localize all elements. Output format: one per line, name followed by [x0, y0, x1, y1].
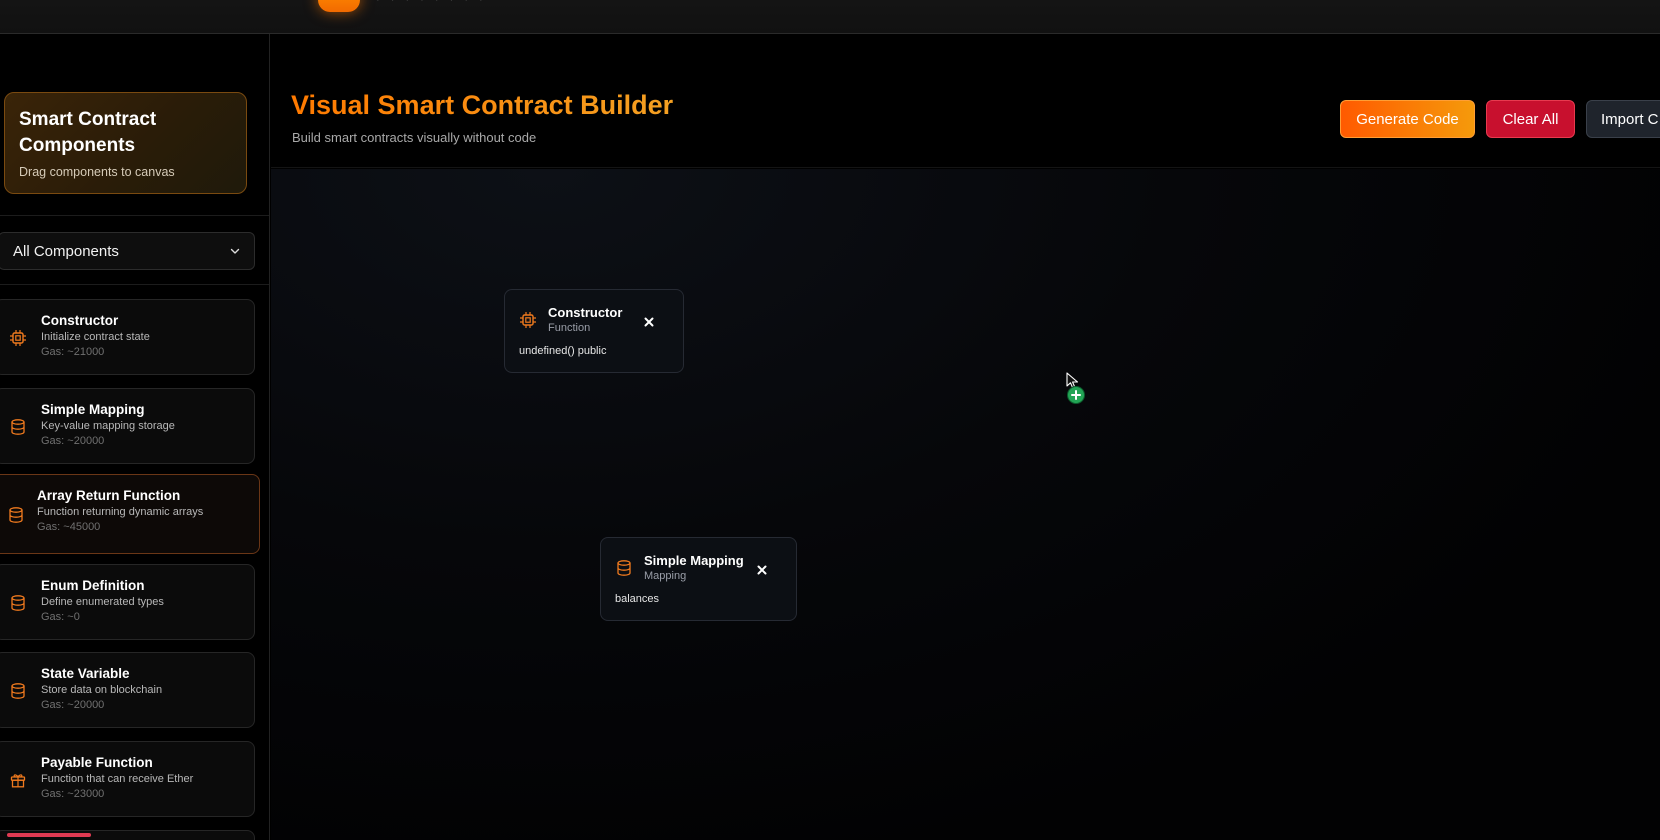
database-icon — [11, 595, 25, 611]
component-card-constructor[interactable]: Constructor Initialize contract state Ga… — [0, 299, 255, 375]
database-icon — [11, 419, 25, 435]
component-title: Simple Mapping — [41, 402, 145, 417]
component-desc: Initialize contract state — [41, 331, 150, 343]
component-filter-select[interactable]: All Components — [0, 232, 255, 270]
component-desc: Define enumerated types — [41, 596, 164, 608]
gift-icon — [10, 774, 26, 788]
node-type: Mapping — [644, 570, 687, 582]
generate-code-button[interactable]: Generate Code — [1340, 100, 1475, 138]
category-tag — [7, 833, 91, 837]
canvas-node-simple-mapping[interactable]: Simple Mapping Mapping balances — [600, 537, 797, 621]
component-title: Constructor — [41, 313, 119, 328]
logo[interactable] — [318, 0, 360, 12]
component-gas: Gas: ~0 — [41, 611, 80, 623]
component-gas: Gas: ~20000 — [41, 699, 105, 711]
chip-icon — [520, 312, 536, 328]
component-card-payable-function[interactable]: Payable Function Function that can recei… — [0, 741, 255, 817]
divider — [0, 284, 269, 285]
database-icon — [11, 683, 25, 699]
builder-header: Visual Smart Contract Builder Build smar… — [271, 34, 1660, 168]
component-gas: Gas: ~21000 — [41, 346, 105, 358]
database-icon — [9, 507, 23, 523]
component-desc: Function that can receive Ether — [41, 773, 194, 785]
nav-links: · · · · · · · · — [376, 0, 487, 6]
component-gas: Gas: ~45000 — [37, 521, 101, 533]
page-title: Visual Smart Contract Builder — [291, 90, 674, 120]
close-icon[interactable] — [642, 315, 656, 329]
component-title: Enum Definition — [41, 578, 145, 593]
sidebar-header: Smart Contract Components Drag component… — [4, 92, 247, 194]
component-desc: Function returning dynamic arrays — [37, 506, 204, 518]
page-subtitle: Build smart contracts visually without c… — [292, 130, 537, 145]
component-gas: Gas: ~20000 — [41, 435, 105, 447]
filter-selected-label: All Components — [13, 242, 119, 260]
sidebar-title: Smart Contract Components — [19, 109, 157, 156]
component-gas: Gas: ~23000 — [41, 788, 105, 800]
node-value: undefined() public — [519, 345, 607, 357]
component-title: Array Return Function — [37, 488, 181, 503]
component-desc: Store data on blockchain — [41, 684, 163, 696]
component-card-simple-mapping[interactable]: Simple Mapping Key-value mapping storage… — [0, 388, 255, 464]
canvas-node-constructor[interactable]: Constructor Function undefined() public — [504, 289, 684, 373]
top-nav: · · · · · · · · — [0, 0, 1660, 34]
component-desc: Key-value mapping storage — [41, 420, 175, 432]
close-icon[interactable] — [755, 563, 769, 577]
node-title: Simple Mapping — [644, 553, 744, 568]
component-card-enum-definition[interactable]: Enum Definition Define enumerated types … — [0, 564, 255, 640]
builder-canvas[interactable]: Constructor Function undefined() public … — [271, 169, 1660, 840]
divider — [0, 215, 269, 216]
component-title: Payable Function — [41, 755, 153, 770]
node-value: balances — [615, 593, 660, 605]
copy-drop-icon — [1067, 386, 1085, 404]
clear-all-button[interactable]: Clear All — [1486, 100, 1575, 138]
import-contract-button[interactable]: Import C — [1586, 100, 1660, 138]
component-card-array-return-function[interactable]: Array Return Function Function returning… — [0, 474, 260, 554]
chip-icon — [10, 330, 26, 346]
component-title: State Variable — [41, 666, 130, 681]
component-sidebar: Smart Contract Components Drag component… — [0, 34, 270, 840]
component-card-state-variable[interactable]: State Variable Store data on blockchain … — [0, 652, 255, 728]
component-card-partial[interactable] — [0, 830, 255, 840]
chevron-down-icon — [230, 248, 240, 254]
sidebar-subtitle: Drag components to canvas — [19, 165, 175, 179]
node-type: Function — [548, 322, 591, 334]
node-title: Constructor — [548, 305, 623, 320]
database-icon — [617, 560, 631, 576]
plus-icon — [1071, 390, 1081, 400]
